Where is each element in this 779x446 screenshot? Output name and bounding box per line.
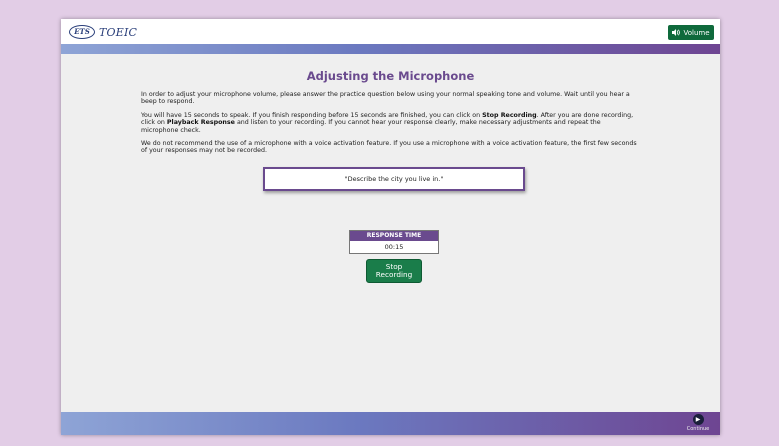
instruction-paragraph-1: In order to adjust your microphone volum… [141, 91, 630, 106]
volume-label: Volume [683, 28, 710, 37]
p2-bold-stop-recording: Stop Recording [482, 111, 537, 119]
continue-label: Continue [686, 426, 710, 432]
p2-bold-playback-response: Playback Response [166, 119, 235, 127]
volume-button[interactable]: Volume [668, 25, 714, 40]
ets-logo-mark: ETS [69, 25, 95, 39]
test-window: ETS TOEIC Volume Adjusting the Microphon… [61, 19, 720, 435]
arrow-right-icon: ▶ [692, 414, 704, 425]
stop-label-line2: Recording [375, 270, 413, 279]
top-gradient-bar [61, 44, 720, 54]
bottom-gradient-bar: ▶ Continue [61, 412, 720, 435]
response-time-panel: RESPONSE TIME 00:15 [349, 230, 439, 254]
practice-question-box: "Describe the city you live in." [263, 167, 525, 191]
speaker-icon [672, 29, 681, 36]
p2-text-a: You will have 15 seconds to speak. If yo… [141, 111, 483, 119]
toeic-logo-text: TOEIC [99, 25, 138, 39]
page-title: Adjusting the Microphone [306, 69, 475, 83]
header-bar: ETS TOEIC Volume [61, 19, 720, 44]
practice-question-text: "Describe the city you live in." [344, 175, 444, 183]
instructions: In order to adjust your microphone volum… [141, 91, 639, 161]
stop-recording-button[interactable]: Stop Recording [366, 259, 422, 283]
response-time-value: 00:15 [384, 243, 404, 251]
toeic-logo: ETS TOEIC [69, 25, 137, 39]
instruction-paragraph-3: We do not recommend the use of a microph… [141, 140, 637, 155]
response-time-label: RESPONSE TIME [350, 231, 438, 241]
continue-button[interactable]: ▶ Continue [684, 414, 712, 434]
instruction-paragraph-2: You will have 15 seconds to speak. If yo… [141, 112, 639, 134]
